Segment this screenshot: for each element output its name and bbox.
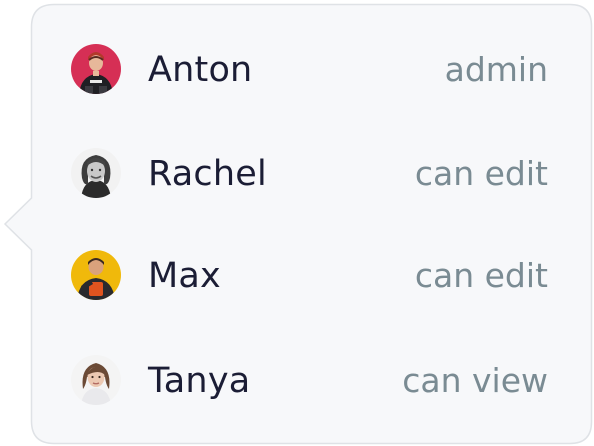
- avatar-tanya: [71, 355, 121, 405]
- member-name: Tanya: [148, 361, 251, 401]
- member-name: Rachel: [148, 154, 267, 194]
- avatar-anton: [71, 44, 121, 94]
- member-row-max[interactable]: Max can edit: [30, 224, 592, 328]
- member-row-anton[interactable]: Anton admin: [30, 18, 592, 122]
- avatar-rachel: [71, 148, 121, 198]
- member-row-tanya[interactable]: Tanya can view: [30, 329, 592, 433]
- role-selector[interactable]: can edit: [415, 224, 548, 328]
- member-name: Max: [148, 256, 221, 296]
- avatar-max: [71, 250, 121, 300]
- role-selector[interactable]: can edit: [415, 122, 548, 226]
- share-members-popover: Anton admin Rachel can edit Max can edit…: [0, 0, 594, 446]
- role-selector[interactable]: admin: [445, 18, 548, 122]
- member-list: Anton admin Rachel can edit Max can edit…: [30, 4, 592, 444]
- member-row-rachel[interactable]: Rachel can edit: [30, 122, 592, 226]
- member-name: Anton: [148, 50, 253, 90]
- role-selector[interactable]: can view: [402, 329, 548, 433]
